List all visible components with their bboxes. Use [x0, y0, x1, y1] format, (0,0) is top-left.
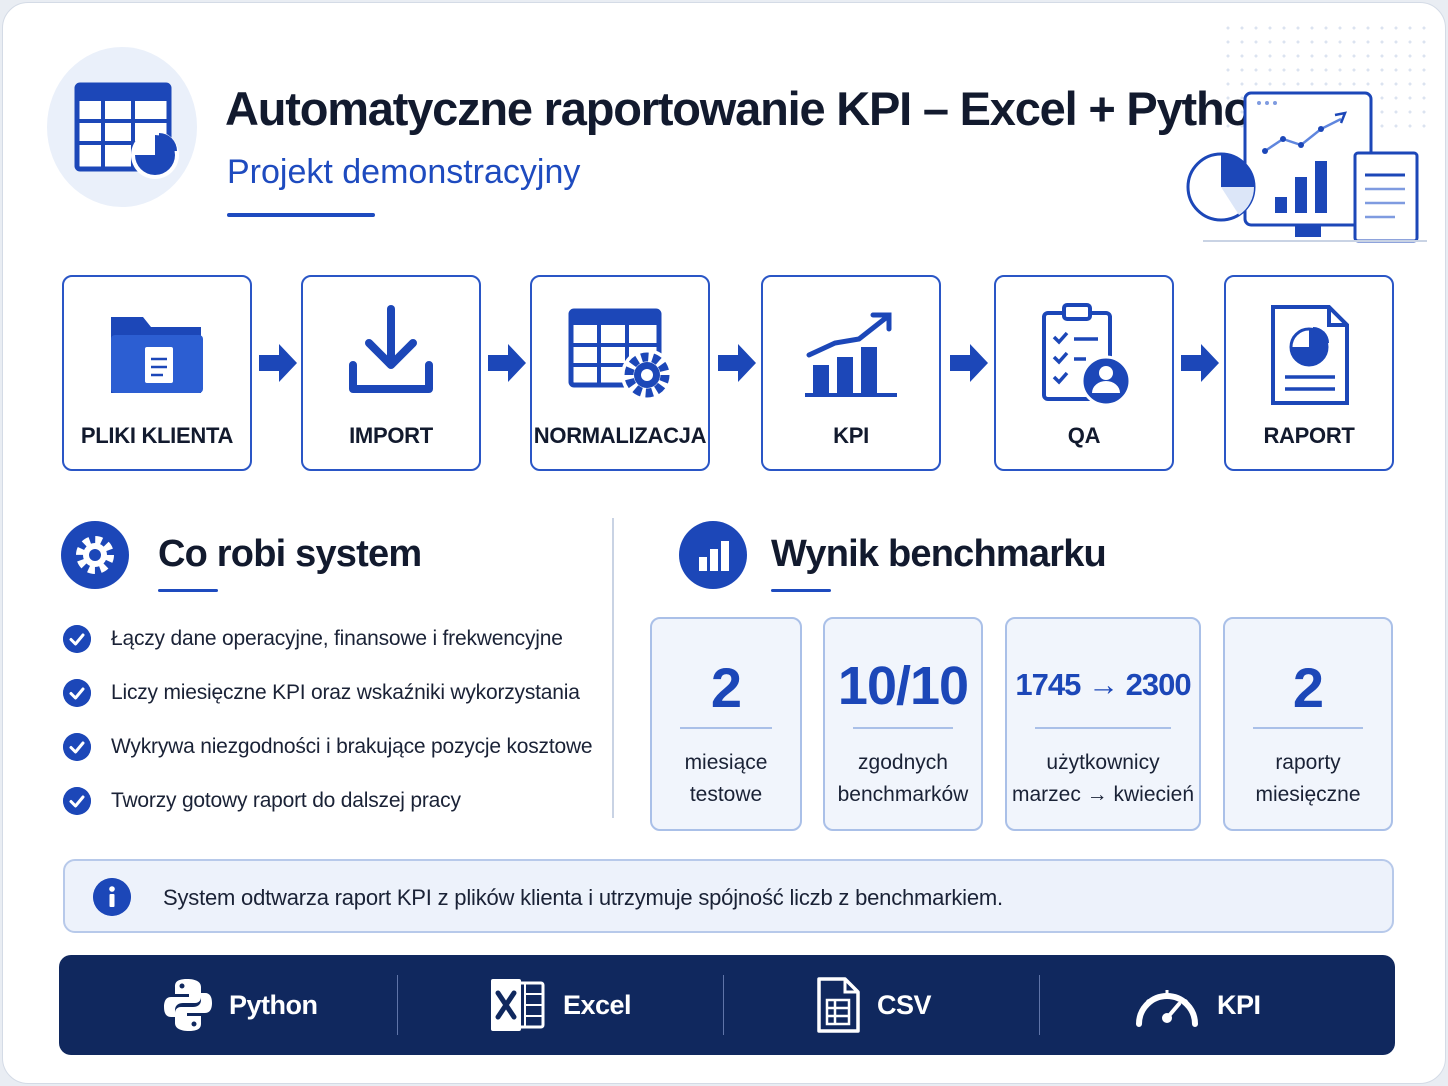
tech-separator: [397, 975, 398, 1035]
feature-item: Wykrywa niezgodności i brakujące pozycje…: [63, 732, 593, 762]
pipeline-step-client-files: PLIKI KLIENTA: [62, 275, 252, 471]
benchmark-caption: raporty: [1275, 751, 1341, 774]
benchmark-value: 2: [710, 656, 742, 719]
tech-separator: [1039, 975, 1040, 1035]
benchmark-value: 10/10: [837, 656, 969, 716]
tech-item-csv: CSV: [815, 955, 932, 1055]
pipeline-step-normalization: NORMALIZACJA: [530, 275, 710, 471]
excel-icon: [491, 979, 545, 1031]
gauge-icon: [1136, 990, 1198, 1027]
benchmark-caption: użytkownicy: [1046, 751, 1160, 774]
section-chart-badge: [679, 521, 747, 589]
tech-item-kpi: KPI: [1133, 955, 1261, 1055]
feature-item: Łączy dane operacyjne, finansowe i frekw…: [63, 624, 563, 654]
step-label: IMPORT: [349, 423, 433, 448]
check-circle-icon: [63, 787, 91, 815]
feature-item: Liczy miesięczne KPI oraz wskaźniki wyko…: [63, 678, 580, 708]
table-gear-icon: [568, 308, 673, 401]
info-note-text: System odtwarza raport KPI z plików klie…: [163, 885, 1003, 910]
tech-label: KPI: [1217, 989, 1261, 1020]
arrow-right-icon: [718, 344, 756, 382]
pipeline-step-kpi: KPI: [761, 275, 941, 471]
benchmark-caption: zgodnych: [858, 751, 948, 774]
benchmark-card: 2 miesiące testowe: [650, 617, 802, 831]
download-icon: [349, 305, 433, 393]
page-title: Automatyczne raportowanie KPI – Excel + …: [225, 82, 1280, 135]
csv-document-icon: [817, 977, 860, 1033]
tech-label: CSV: [877, 989, 932, 1020]
feature-text: Łączy dane operacyjne, finansowe i frekw…: [111, 627, 563, 650]
pipeline-step-import: IMPORT: [301, 275, 481, 471]
check-circle-icon: [63, 625, 91, 653]
step-label: RAPORT: [1263, 423, 1355, 448]
benchmark-card: 2 raporty miesięczne: [1223, 617, 1393, 831]
benchmark-title-underline: [771, 589, 831, 592]
benchmark-caption: marzec → kwiecień: [1011, 783, 1195, 806]
dashboard-charts-illustration: [1186, 91, 1427, 243]
feature-text: Tworzy gotowy raport do dalszej pracy: [111, 789, 461, 812]
info-note: System odtwarza raport KPI z plików klie…: [63, 859, 1394, 933]
benchmark-card: 1745 → 2300 użytkownicy marzec → kwiecie…: [1005, 617, 1201, 831]
section-gear-badge: [61, 521, 129, 589]
infographic-card: Automatyczne raportowanie KPI – Excel + …: [2, 2, 1446, 1084]
tech-separator: [723, 975, 724, 1035]
arrow-right-icon: [259, 344, 297, 382]
bar-chart-trend-icon: [805, 312, 897, 397]
page-subtitle: Projekt demonstracyjny: [227, 153, 581, 191]
info-icon: [93, 878, 131, 916]
benchmark-card: 10/10 zgodnych benchmarków: [823, 617, 983, 831]
checklist-user-icon: [1042, 303, 1132, 407]
step-label: NORMALIZACJA: [533, 423, 707, 448]
bar-chart-icon: [699, 541, 729, 571]
report-pie-icon: [1271, 305, 1349, 405]
feature-text: Wykrywa niezgodności i brakujące pozycje…: [111, 735, 593, 758]
step-label: QA: [1067, 423, 1101, 448]
benchmark-value: 2: [1292, 656, 1324, 719]
folder-document-icon: [111, 317, 203, 393]
tech-item-excel: Excel: [489, 955, 632, 1055]
arrow-right-icon: [950, 344, 988, 382]
arrow-right-icon: [1181, 344, 1219, 382]
card-divider: [1035, 727, 1171, 729]
spreadsheet-pie-icon: [74, 82, 179, 179]
section-divider: [612, 518, 614, 818]
tech-item-python: Python: [163, 955, 318, 1055]
benchmark-value: 1745 → 2300: [1015, 667, 1191, 702]
python-icon: [164, 979, 212, 1031]
benchmark-caption: testowe: [689, 783, 763, 806]
benchmark-title: Wynik benchmarku: [771, 533, 1107, 575]
check-circle-icon: [63, 679, 91, 707]
pipeline-step-qa: QA: [994, 275, 1174, 471]
logo-badge: [47, 47, 197, 207]
tech-stack-bar: Python Excel CSV KPI: [59, 955, 1395, 1055]
step-label: PLIKI KLIENTA: [80, 423, 234, 448]
pipeline-step-report: RAPORT: [1224, 275, 1394, 471]
arrow-right-icon: [488, 344, 526, 382]
features-title-underline: [158, 589, 218, 592]
subtitle-underline: [227, 213, 375, 217]
check-circle-icon: [63, 733, 91, 761]
features-title: Co robi system: [158, 533, 422, 575]
card-divider: [1253, 727, 1363, 729]
benchmark-caption: miesięczne: [1255, 783, 1361, 806]
feature-item: Tworzy gotowy raport do dalszej pracy: [63, 786, 461, 816]
card-divider: [680, 727, 772, 729]
gear-icon: [76, 536, 114, 574]
feature-text: Liczy miesięczne KPI oraz wskaźniki wyko…: [111, 681, 580, 704]
card-divider: [853, 727, 953, 729]
tech-label: Python: [229, 989, 318, 1020]
step-label: KPI: [833, 423, 869, 448]
tech-label: Excel: [563, 989, 632, 1020]
benchmark-caption: miesiące: [684, 751, 768, 774]
benchmark-caption: benchmarków: [837, 783, 969, 806]
